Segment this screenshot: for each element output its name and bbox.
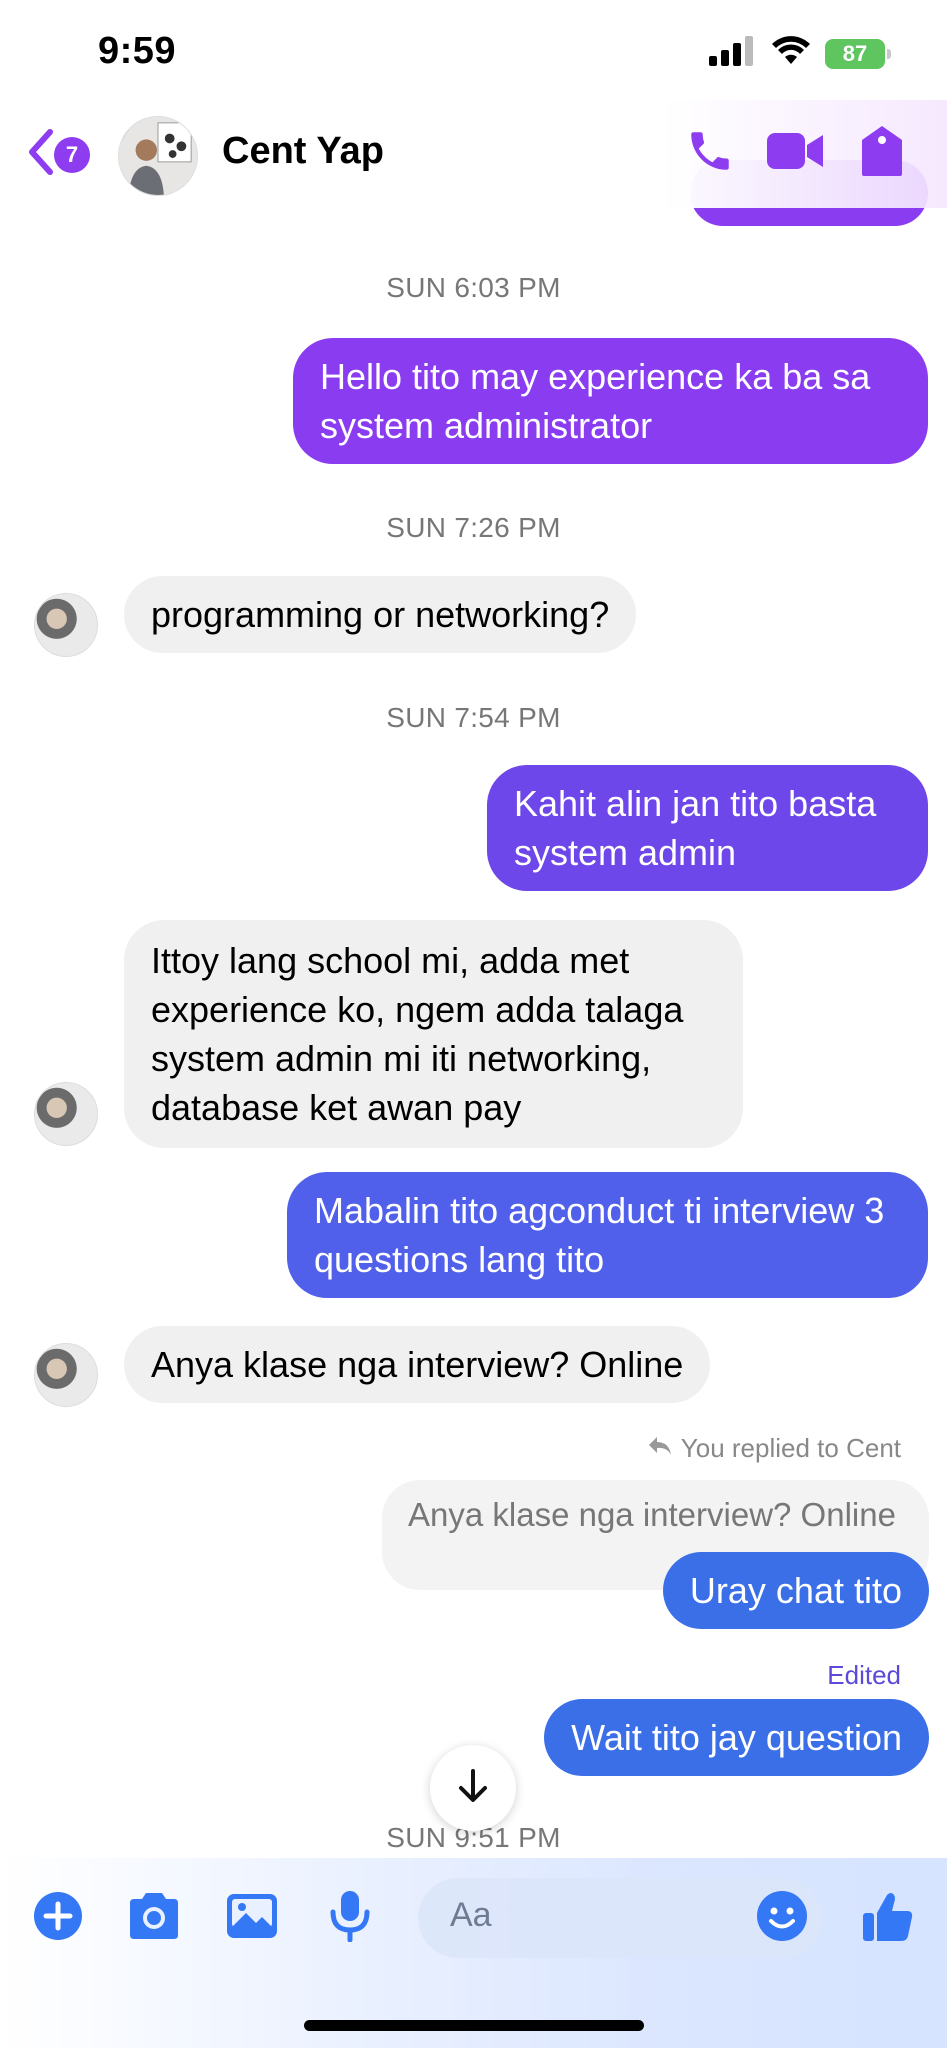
emoji-button[interactable] <box>754 1890 810 1946</box>
signal-icon <box>709 36 757 71</box>
chevron-left-icon <box>26 128 56 181</box>
back-button[interactable]: 7 <box>26 128 90 181</box>
sender-avatar[interactable] <box>34 1082 98 1146</box>
home-indicator <box>304 2020 644 2031</box>
microphone-icon <box>328 1890 372 1947</box>
timestamp: SUN 6:03 PM <box>386 272 561 303</box>
battery-indicator: 87 <box>825 38 891 69</box>
contact-avatar[interactable] <box>118 116 198 196</box>
video-call-button[interactable] <box>767 124 825 182</box>
unread-count-badge: 7 <box>54 136 90 173</box>
header-actions <box>681 124 911 182</box>
message-incoming[interactable]: Ittoy lang school mi, adda met experienc… <box>124 920 743 1148</box>
reply-indicator: You replied to Cent <box>647 1433 901 1464</box>
battery-level: 87 <box>842 40 868 66</box>
status-time: 9:59 <box>98 30 177 72</box>
message-outgoing[interactable]: Wait tito jay question <box>544 1699 929 1776</box>
shield-icon <box>860 124 904 183</box>
thumbs-up-icon <box>861 1889 915 1948</box>
wifi-icon <box>771 36 811 71</box>
timestamp: SUN 7:26 PM <box>386 512 561 543</box>
like-button[interactable] <box>860 1890 916 1946</box>
emoji-icon <box>756 1890 808 1947</box>
plus-button[interactable] <box>30 1890 86 1946</box>
privacy-button[interactable] <box>853 124 911 182</box>
message-list[interactable]: SUN 6:03 PM Hello tito may experience ka… <box>0 160 947 1860</box>
sender-avatar[interactable] <box>34 593 98 657</box>
image-icon <box>226 1893 278 1944</box>
message-outgoing[interactable]: Kahit alin jan tito basta system admin <box>487 765 928 891</box>
contact-name[interactable]: Cent Yap <box>222 130 384 173</box>
scroll-to-bottom-button[interactable] <box>430 1745 516 1831</box>
message-outgoing[interactable]: Mabalin tito agconduct ti interview 3 qu… <box>287 1172 928 1298</box>
audio-call-button[interactable] <box>681 124 739 182</box>
timestamp: SUN 7:54 PM <box>386 702 561 733</box>
plus-icon <box>33 1891 83 1946</box>
message-input-placeholder: Aa <box>450 1896 492 1934</box>
gallery-button[interactable] <box>224 1890 280 1946</box>
message-incoming[interactable]: Anya klase nga interview? Online <box>124 1326 711 1403</box>
message-incoming[interactable]: programming or networking? <box>124 576 637 653</box>
sender-avatar[interactable] <box>34 1343 98 1407</box>
phone-icon <box>685 126 735 181</box>
video-icon <box>767 129 825 178</box>
status-bar: 9:59 87 <box>0 0 947 100</box>
arrow-down-icon <box>453 1766 493 1811</box>
camera-button[interactable] <box>126 1890 182 1946</box>
message-outgoing[interactable]: Hello tito may experience ka ba sa syste… <box>293 338 928 464</box>
edited-label: Edited <box>827 1660 901 1690</box>
reply-icon <box>647 1433 673 1464</box>
conversation-header: 7 Cent Yap <box>0 100 947 208</box>
reply-meta-text: You replied to Cent <box>680 1433 901 1463</box>
status-icons: 87 <box>709 36 891 71</box>
voice-button[interactable] <box>322 1890 378 1946</box>
camera-icon <box>126 1892 182 1944</box>
message-outgoing[interactable]: Uray chat tito <box>662 1552 929 1629</box>
